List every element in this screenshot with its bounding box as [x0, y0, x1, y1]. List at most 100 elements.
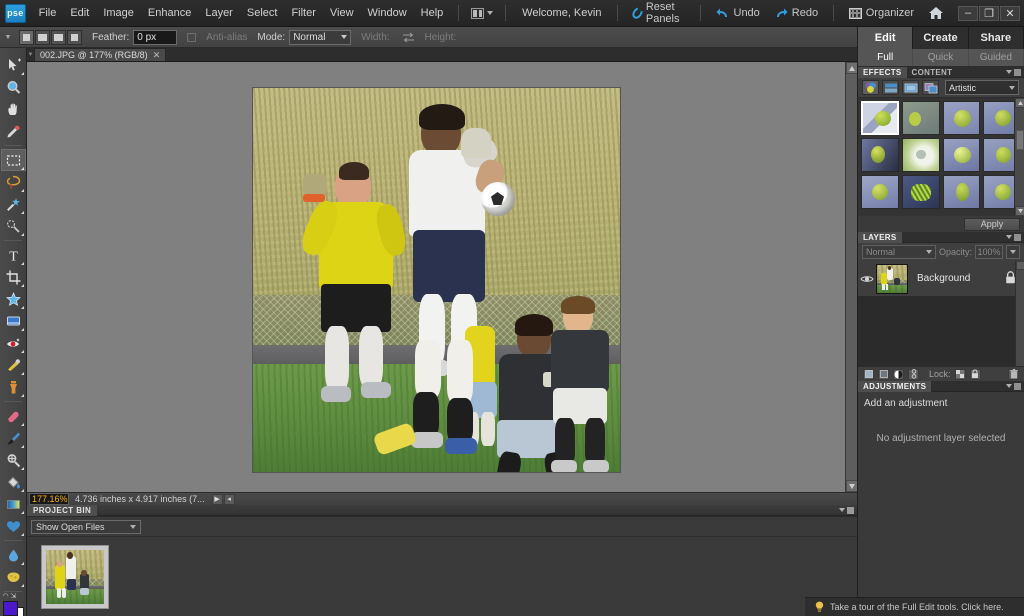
layer-thumbnail[interactable] [876, 263, 908, 294]
scroll-up-arrow[interactable] [846, 62, 857, 74]
reset-panels-button[interactable]: Reset Panels [626, 0, 692, 28]
menu-image[interactable]: Image [96, 3, 141, 23]
effect-thumbnail[interactable] [901, 175, 940, 209]
lasso-tool[interactable] [1, 171, 26, 193]
redo-button[interactable]: Redo [767, 4, 825, 22]
sponge-tool[interactable] [1, 566, 26, 588]
project-bin-thumbnail[interactable] [41, 545, 109, 609]
tab-effects[interactable]: EFFECTS [858, 66, 907, 78]
new-selection-button[interactable] [19, 29, 34, 45]
menu-help[interactable]: Help [414, 3, 451, 23]
filters-icon[interactable] [862, 80, 879, 95]
effects-category-select[interactable]: Artistic [945, 80, 1019, 95]
blend-mode-select[interactable]: Normal [862, 245, 936, 259]
layers-panel-menu-button[interactable] [1006, 233, 1024, 241]
minimize-button[interactable]: – [958, 5, 979, 21]
clone-stamp-tool[interactable] [1, 376, 26, 398]
menu-edit[interactable]: Edit [63, 3, 96, 23]
tip-bar[interactable]: Take a tour of the Full Edit tools. Clic… [805, 597, 1024, 616]
undo-button[interactable]: Undo [709, 4, 767, 22]
project-bin-filter-select[interactable]: Show Open Files [31, 519, 141, 534]
effects-scrollbar[interactable] [1014, 98, 1024, 216]
eyedropper-tool[interactable] [1, 120, 26, 142]
restore-button[interactable]: ❐ [979, 5, 1000, 21]
feather-input[interactable]: 0 px [133, 29, 178, 45]
table-row[interactable]: Background [858, 261, 1024, 297]
effect-thumbnail[interactable] [861, 175, 899, 209]
subtab-quick[interactable]: Quick [913, 49, 969, 66]
play-icon[interactable]: ▶ [211, 493, 223, 505]
photo-effects-icon[interactable] [902, 80, 919, 95]
organizer-button[interactable]: Organizer [842, 4, 921, 22]
layer-styles-icon[interactable] [882, 80, 899, 95]
layer-name[interactable]: Background [917, 273, 970, 284]
custom-shape-tool[interactable] [1, 515, 26, 537]
menu-view[interactable]: View [323, 3, 361, 23]
effect-thumbnail[interactable] [901, 101, 940, 135]
subtab-guided[interactable]: Guided [969, 49, 1024, 66]
apply-button[interactable]: Apply [964, 217, 1020, 231]
subtab-full[interactable]: Full [858, 49, 914, 66]
move-tool[interactable] [1, 54, 26, 76]
delete-layer-icon[interactable] [1008, 368, 1019, 380]
scroll-down-arrow[interactable] [1015, 206, 1024, 216]
opacity-slider-button[interactable] [1006, 245, 1021, 259]
effect-thumbnail[interactable] [942, 101, 981, 135]
foreground-color-swatch[interactable] [2, 601, 18, 616]
brush-tool[interactable] [1, 427, 26, 449]
home-button[interactable] [921, 3, 951, 23]
scroll-down-arrow[interactable] [846, 480, 857, 492]
cookie-cutter-tool[interactable] [1, 288, 26, 310]
smart-brush-tool[interactable] [1, 449, 26, 471]
straighten-tool[interactable] [1, 310, 26, 332]
canvas-vertical-scrollbar[interactable] [845, 62, 857, 492]
zoom-level-input[interactable]: 177.16% [29, 493, 69, 505]
tab-adjustments[interactable]: ADJUSTMENTS [858, 380, 932, 392]
subtract-from-selection-button[interactable] [51, 29, 66, 45]
image-canvas-area[interactable] [27, 62, 857, 492]
tab-strip-grip[interactable]: ▼ [27, 49, 34, 61]
intersect-selection-button[interactable] [67, 29, 82, 45]
quick-selection-tool[interactable] [1, 215, 26, 237]
lock-transparent-pixels-icon[interactable] [954, 368, 966, 380]
magic-wand-tool[interactable] [1, 193, 26, 215]
scroll-up-arrow[interactable] [1016, 261, 1024, 270]
tab-edit[interactable]: Edit [858, 27, 914, 49]
effect-thumbnail[interactable] [861, 101, 899, 135]
show-all-icon[interactable] [922, 80, 939, 95]
type-tool[interactable]: T [1, 244, 26, 266]
new-adjustment-layer-icon[interactable] [878, 368, 889, 380]
zoom-tool[interactable] [1, 76, 26, 98]
menu-enhance[interactable]: Enhance [141, 3, 198, 23]
new-layer-icon[interactable] [863, 368, 874, 380]
opacity-input[interactable]: 100% [975, 245, 1004, 259]
link-layers-icon[interactable] [908, 368, 919, 380]
project-bin-tab[interactable]: PROJECT BIN [27, 504, 98, 516]
new-fill-layer-icon[interactable] [893, 368, 904, 380]
tab-share[interactable]: Share [968, 27, 1024, 49]
eraser-tool[interactable] [1, 405, 26, 427]
scroll-up-arrow[interactable] [1015, 98, 1024, 108]
close-button[interactable]: ✕ [1000, 5, 1021, 21]
default-colors-icon[interactable]: ◠ ⇲ [3, 592, 17, 600]
layer-visibility-toggle[interactable] [858, 274, 876, 284]
gradient-tool[interactable] [1, 493, 26, 515]
menu-window[interactable]: Window [361, 3, 414, 23]
paint-bucket-tool[interactable] [1, 471, 26, 493]
menu-select[interactable]: Select [240, 3, 285, 23]
healing-brush-tool[interactable] [1, 354, 26, 376]
lock-all-icon[interactable] [969, 368, 981, 380]
project-bin-menu-button[interactable] [839, 506, 857, 514]
effect-thumbnail[interactable] [901, 138, 940, 172]
adjustments-panel-menu-button[interactable] [1006, 382, 1024, 390]
effect-thumbnail[interactable] [942, 138, 981, 172]
swap-dimensions-icon[interactable] [402, 32, 415, 43]
close-icon[interactable]: ✕ [153, 50, 161, 61]
rectangular-marquee-tool[interactable] [0, 149, 26, 171]
tab-create[interactable]: Create [913, 27, 969, 49]
mode-select[interactable]: Normal [289, 29, 352, 45]
layout-switcher-button[interactable] [467, 6, 497, 21]
options-bar-grip[interactable]: ▼ [3, 34, 13, 41]
effect-thumbnail[interactable] [861, 138, 899, 172]
tab-content[interactable]: CONTENT [907, 67, 958, 78]
